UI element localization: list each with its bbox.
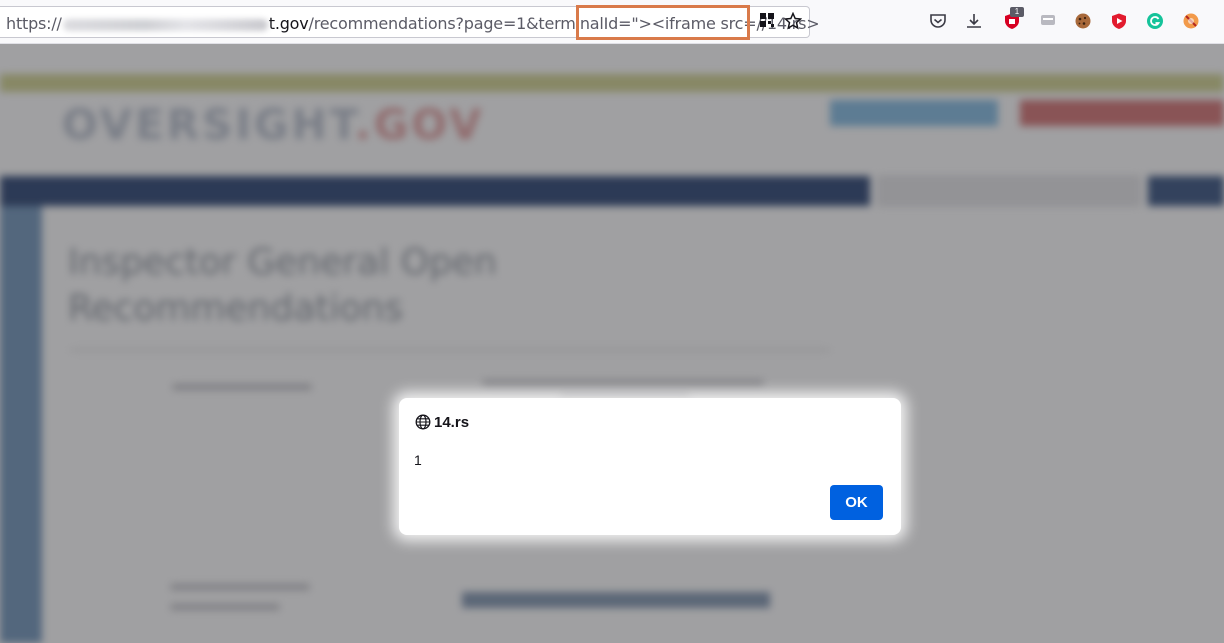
- brave-shield-icon[interactable]: [1109, 12, 1129, 32]
- extension-badge: 1: [1010, 7, 1024, 17]
- modal-backdrop: [0, 44, 1224, 643]
- alert-dialog: 14.rs 1 OK: [399, 398, 901, 535]
- url-prefix: https://: [6, 14, 62, 33]
- dialog-message: 1: [414, 452, 422, 468]
- browser-toolbar: https://t.gov/recommendations?page=1&ter…: [0, 0, 1224, 44]
- tracker-block-icon[interactable]: [1181, 12, 1201, 32]
- url-redacted-host: [62, 18, 268, 31]
- bookmark-star-icon[interactable]: [783, 11, 803, 32]
- keyboard-extension-icon[interactable]: [1038, 12, 1058, 32]
- grammarly-icon[interactable]: [1145, 12, 1165, 32]
- payload-highlight-box: [576, 5, 750, 40]
- cookie-extension-icon[interactable]: [1073, 12, 1093, 32]
- pocket-icon[interactable]: [928, 12, 948, 32]
- url-host: t.gov: [268, 14, 309, 33]
- qr-code-icon[interactable]: [757, 12, 777, 32]
- globe-icon: [415, 414, 431, 430]
- web-page: OVERSIGHT.GOV Inspector General Open Reco…: [0, 44, 1224, 643]
- ok-button[interactable]: OK: [830, 485, 883, 520]
- download-icon[interactable]: [964, 12, 984, 32]
- dialog-origin: 14.rs: [415, 414, 469, 431]
- dialog-origin-text: 14.rs: [434, 414, 470, 431]
